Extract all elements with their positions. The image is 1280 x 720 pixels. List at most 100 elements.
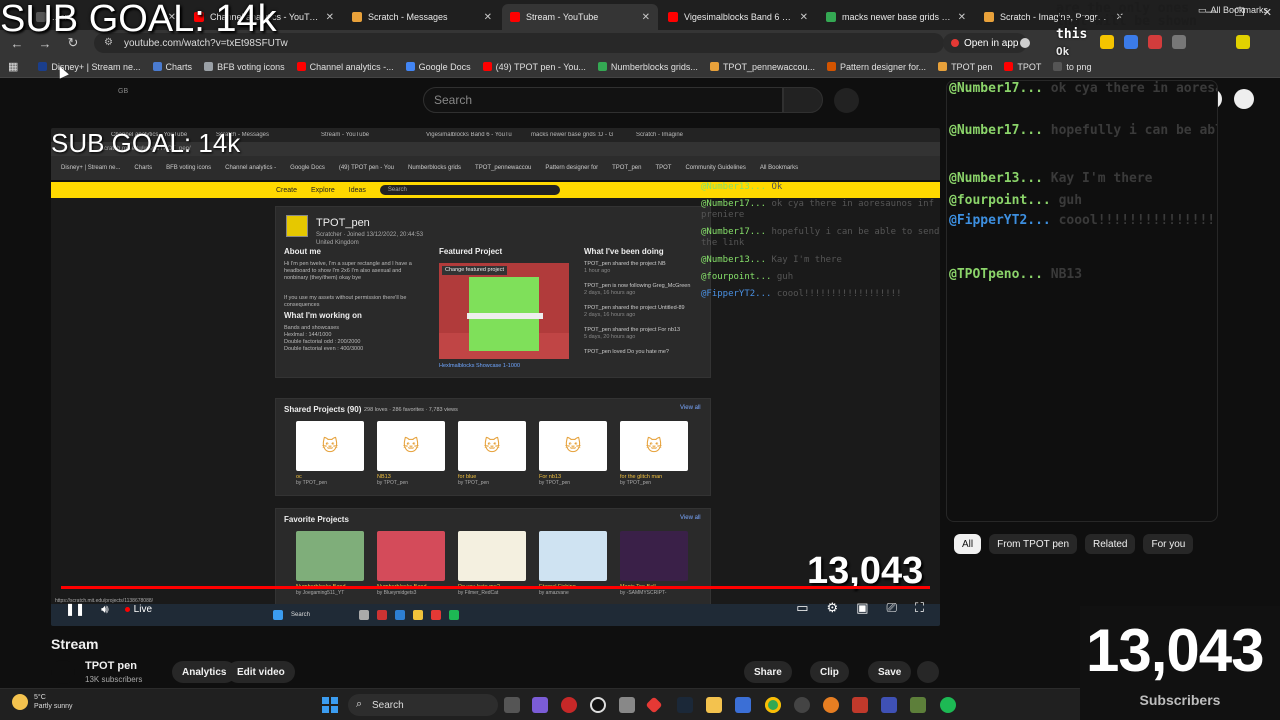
github-icon[interactable] [794, 697, 810, 713]
channel-name[interactable]: TPOT pen [85, 660, 137, 672]
chip-from-tpot-pen[interactable]: From TPOT pen [989, 534, 1077, 554]
app-icon[interactable] [910, 697, 926, 713]
search-icon: ⌕ [356, 698, 363, 710]
bookmark-label: Pattern designer for... [840, 61, 927, 72]
mail-icon[interactable] [735, 697, 751, 713]
profile-panel: TPOT_pen Scratcher · Joined 13/12/2022, … [275, 206, 711, 378]
task-view-icon[interactable] [504, 697, 520, 713]
microphone-icon[interactable] [834, 88, 859, 113]
bookmark-item[interactable]: Pattern designer for... [827, 62, 926, 72]
app-icon[interactable] [619, 697, 635, 713]
bookmark-item[interactable]: Numberblocks grids... [597, 62, 698, 72]
all-bookmarks[interactable]: ▭ All Bookmarks [1198, 5, 1268, 16]
video-player[interactable]: Channel analytics - YouTube Scratch - Mes… [51, 128, 940, 626]
browser-tab[interactable]: Vigesimalblocks Band 6 - YouTu ✕ [660, 4, 816, 30]
close-tab-icon[interactable]: ✕ [958, 12, 966, 23]
youtube-search-input[interactable]: Search [423, 87, 783, 113]
share-button[interactable]: Share [744, 661, 792, 683]
obs-icon[interactable] [590, 697, 606, 713]
profile-avatar [286, 215, 308, 237]
save-button[interactable]: Save [868, 661, 912, 683]
activity-item: TPOT_pen is now following Greg_McGreen 2 … [584, 283, 699, 297]
bookmark-item[interactable]: to png [1053, 62, 1091, 72]
browser-tab[interactable]: Stream - YouTube ✕ [502, 4, 658, 30]
pause-icon[interactable]: ❚❚ [65, 602, 85, 616]
bookmark-item[interactable]: Charts [152, 62, 192, 72]
close-tab-icon[interactable]: ✕ [642, 12, 650, 23]
close-tab-icon[interactable]: ✕ [326, 12, 334, 23]
copilot-icon[interactable] [532, 697, 548, 713]
stream-bookmark: Numberblocks grids [408, 165, 462, 171]
chip-for-you[interactable]: For you [1143, 534, 1194, 554]
steam-icon[interactable] [677, 697, 693, 713]
weather-desc: Partly sunny [34, 703, 73, 710]
apps-grid-icon[interactable]: ▦ [8, 60, 18, 73]
account-avatar[interactable] [1234, 89, 1254, 109]
bookmark-item[interactable]: Google Docs [405, 62, 471, 72]
close-tab-icon[interactable]: ✕ [800, 12, 808, 23]
tab-title: Scratch - Messages [368, 12, 448, 22]
volume-icon[interactable]: 🔊︎ [101, 602, 109, 617]
chip-related[interactable]: Related [1085, 534, 1136, 554]
working-line: Hexlmal : 144/1000 [284, 332, 332, 338]
bookmark-item[interactable]: (49) TPOT pen - You... [482, 62, 586, 72]
settings-gear-icon[interactable]: ⚙ [827, 600, 839, 616]
taskbar-search[interactable]: ⌕ Search [348, 694, 498, 716]
bookmark-item[interactable]: TPOT pen [938, 62, 992, 72]
windows-taskbar: 5°C Partly sunny ⌕ Search [0, 688, 1080, 720]
app-icon[interactable] [852, 697, 868, 713]
fullscreen-icon[interactable]: ⛶ [915, 600, 924, 616]
file-explorer-icon[interactable] [706, 697, 722, 713]
chat-author[interactable]: @fourpoint... [949, 193, 1051, 208]
browser-tab[interactable]: Scratch - Messages ✕ [344, 4, 500, 30]
captions-icon[interactable]: ▭ [796, 600, 808, 616]
project-author: by TPOT_pen [620, 480, 652, 486]
stream-bookmark: (49) TPOT pen - You [338, 165, 394, 171]
open-in-app-button[interactable]: Open in app [943, 33, 1027, 53]
chat-author[interactable]: @Number17... [949, 81, 1043, 96]
app-icon[interactable] [561, 697, 577, 713]
more-actions-button[interactable] [917, 661, 939, 683]
chip-all[interactable]: All [954, 534, 982, 554]
activity-time: 2 days, 16 hours ago [584, 290, 636, 296]
weather-widget[interactable]: 5°C Partly sunny [12, 693, 73, 711]
chat-line: @Number13... Kay I'm there [949, 171, 1153, 186]
live-badge[interactable]: Live [124, 604, 152, 615]
project-thumbnail: 🐱︎ [458, 421, 526, 471]
theater-mode-icon[interactable]: ▣ [856, 600, 868, 616]
bookmark-item[interactable]: Disney+ | Stream ne... [38, 62, 141, 72]
live-progress-bar[interactable] [61, 586, 930, 589]
bookmark-item[interactable]: TPOT_pennewaccou... [709, 62, 815, 72]
spotify-icon[interactable] [940, 697, 956, 713]
bookmark-favicon-icon [938, 62, 948, 71]
stream-chat-line: @Number13... Ok [701, 182, 940, 193]
bookmark-item[interactable]: TPOT [1004, 62, 1041, 72]
tab-favicon-icon [984, 12, 994, 22]
profile-avatar[interactable] [1236, 35, 1250, 49]
search-button[interactable] [783, 87, 823, 113]
edit-video-button[interactable]: Edit video [227, 661, 295, 683]
app-icon[interactable] [645, 696, 663, 714]
subscriber-label: Subscribers [1139, 692, 1221, 708]
channel-avatar[interactable] [51, 660, 75, 684]
bookmark-item[interactable]: BFB voting icons [204, 62, 285, 72]
chat-author[interactable]: @Number17... [949, 123, 1043, 138]
stream-bookmark: All Bookmarks [759, 165, 799, 171]
app-icon[interactable] [823, 697, 839, 713]
cast-icon[interactable]: ⎚ [886, 600, 896, 616]
chat-author[interactable]: @TPOTpeno... [949, 267, 1043, 282]
close-tab-icon[interactable]: ✕ [484, 12, 492, 23]
app-icon[interactable] [881, 697, 897, 713]
shared-heading: Shared Projects (90) [284, 405, 362, 414]
stream-bookmark: BFB voting icons [166, 165, 212, 171]
stream-tab-title: Stream - YouTube [321, 132, 370, 138]
chat-author[interactable]: @Number13... [949, 171, 1043, 186]
chat-author[interactable]: @FipperYT2... [949, 213, 1051, 228]
clip-button[interactable]: Clip [810, 661, 849, 683]
bookmark-star-icon[interactable] [1020, 38, 1030, 48]
browser-tab[interactable]: macks newer base grids :D - G ✕ [818, 4, 974, 30]
chrome-icon[interactable] [765, 697, 781, 713]
project-thumbnail [458, 531, 526, 581]
windows-start-icon[interactable] [322, 697, 338, 713]
bookmark-item[interactable]: Channel analytics -... [296, 62, 394, 72]
